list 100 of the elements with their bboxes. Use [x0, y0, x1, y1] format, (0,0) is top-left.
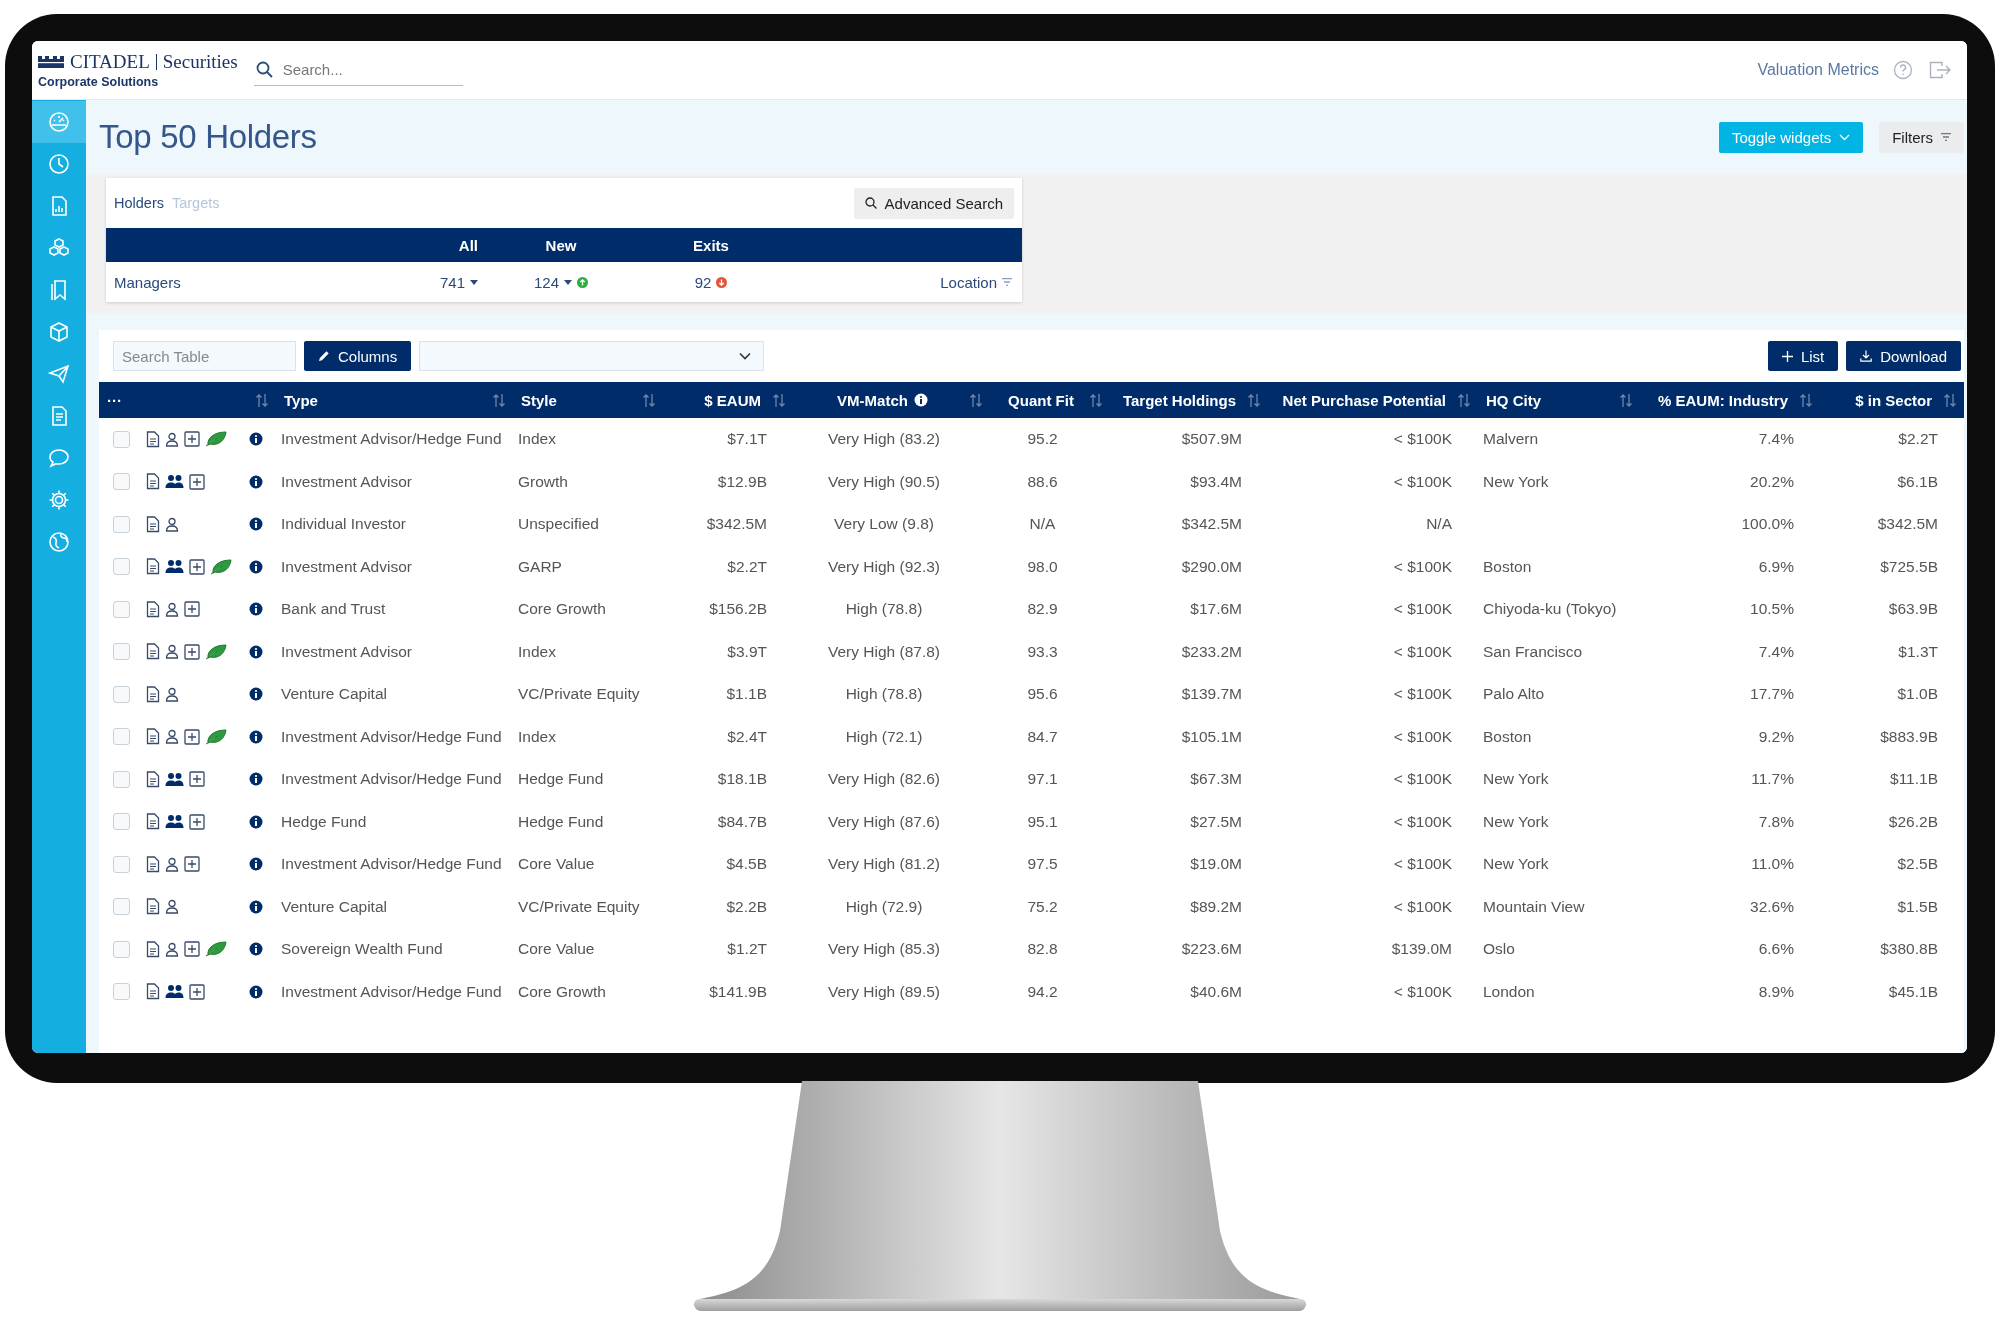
document-icon[interactable] — [146, 983, 160, 1001]
person-icon[interactable] — [165, 516, 179, 532]
sort-icon[interactable] — [1620, 392, 1632, 408]
person-icon[interactable] — [165, 729, 179, 745]
info-icon[interactable] — [249, 687, 263, 702]
plus-box-icon[interactable] — [184, 601, 200, 618]
sort-icon[interactable] — [1944, 392, 1956, 408]
row-checkbox[interactable] — [113, 515, 130, 533]
column-header[interactable]: Type — [284, 391, 318, 409]
document-icon[interactable] — [146, 430, 160, 448]
widget-tab[interactable]: Holders — [114, 195, 164, 211]
sort-icon[interactable] — [970, 392, 982, 408]
row-checkbox[interactable] — [113, 813, 130, 831]
document-icon[interactable] — [146, 600, 160, 618]
filter-icon[interactable] — [1941, 133, 1951, 141]
row-checkbox[interactable] — [113, 898, 130, 916]
row-checkbox[interactable] — [113, 983, 130, 1001]
caret-icon[interactable] — [564, 279, 572, 285]
person-icon[interactable] — [165, 601, 179, 617]
info-icon[interactable] — [913, 393, 928, 407]
advanced-search-button[interactable]: Advanced Search — [853, 187, 1014, 219]
person-icon[interactable] — [165, 686, 179, 702]
row-checkbox[interactable] — [113, 473, 130, 491]
plus-box-icon[interactable] — [189, 473, 205, 490]
info-icon[interactable] — [249, 644, 263, 659]
row-checkbox[interactable] — [113, 940, 130, 958]
sort-icon[interactable] — [1458, 392, 1470, 408]
column-header[interactable]: Net Purchase Potential — [1282, 391, 1446, 409]
sort-icon[interactable] — [1090, 392, 1102, 408]
cubes-icon[interactable] — [48, 237, 70, 259]
sort-icon[interactable] — [1800, 392, 1812, 408]
row-checkbox[interactable] — [113, 558, 130, 576]
document-icon[interactable] — [146, 728, 160, 746]
info-icon[interactable] — [249, 942, 263, 957]
columns-button[interactable]: Columns — [304, 341, 412, 371]
caret-icon[interactable] — [470, 279, 478, 285]
info-icon[interactable] — [249, 772, 263, 787]
column-header[interactable]: Target Holdings — [1122, 391, 1236, 409]
row-checkbox[interactable] — [113, 685, 130, 703]
document-icon[interactable] — [146, 940, 160, 958]
person-icon[interactable] — [165, 644, 179, 660]
column-header[interactable]: Quant Fit — [1008, 391, 1074, 409]
info-icon[interactable] — [249, 474, 263, 489]
globe-icon[interactable] — [48, 531, 70, 553]
valuation-metrics-link[interactable]: Valuation Metrics — [1757, 61, 1879, 79]
row-checkbox[interactable] — [113, 600, 130, 618]
info-icon[interactable] — [249, 857, 263, 872]
column-header[interactable]: $ in Sector — [1855, 391, 1932, 409]
column-header[interactable]: HQ City — [1486, 391, 1541, 409]
download-button[interactable]: Download — [1846, 341, 1961, 371]
person-icon[interactable] — [165, 899, 179, 915]
box-icon[interactable] — [48, 321, 70, 343]
sort-icon[interactable] — [643, 392, 655, 408]
sort-icon[interactable] — [773, 392, 785, 408]
column-header[interactable]: % EAUM: Industry — [1658, 391, 1788, 409]
settings-icon[interactable] — [48, 489, 70, 511]
filters-button[interactable]: Filters — [1879, 121, 1964, 153]
sort-icon[interactable] — [1248, 392, 1260, 408]
row-checkbox[interactable] — [113, 643, 130, 661]
info-icon[interactable] — [249, 729, 263, 744]
add-list-button[interactable]: List — [1767, 341, 1839, 371]
info-icon[interactable] — [249, 899, 263, 914]
document-icon[interactable] — [146, 558, 160, 576]
plus-box-icon[interactable] — [184, 856, 200, 873]
sort-icon[interactable] — [493, 392, 505, 408]
document-icon[interactable] — [146, 813, 160, 831]
column-header[interactable]: ··· — [107, 391, 122, 409]
people-icon[interactable] — [165, 771, 184, 787]
document-icon[interactable] — [146, 855, 160, 873]
people-icon[interactable] — [165, 984, 184, 1000]
document-icon[interactable] — [146, 898, 160, 916]
people-icon[interactable] — [165, 814, 184, 830]
document-icon[interactable] — [146, 685, 160, 703]
column-header[interactable]: $ EAUM — [704, 391, 761, 409]
info-icon[interactable] — [249, 432, 263, 447]
document-icon[interactable] — [146, 473, 160, 491]
person-icon[interactable] — [165, 431, 179, 447]
people-icon[interactable] — [165, 474, 184, 490]
clock-icon[interactable] — [48, 153, 70, 175]
info-icon[interactable] — [249, 517, 263, 532]
person-icon[interactable] — [165, 856, 179, 872]
sort-icon[interactable] — [256, 392, 268, 408]
plus-box-icon[interactable] — [189, 771, 205, 788]
row-checkbox[interactable] — [113, 770, 130, 788]
count-link[interactable]: 92 — [694, 273, 712, 291]
column-header[interactable]: Style — [521, 391, 557, 409]
row-checkbox[interactable] — [113, 430, 130, 448]
search-field[interactable]: Search... — [280, 60, 455, 79]
plus-box-icon[interactable] — [184, 643, 200, 660]
document-icon[interactable] — [146, 515, 160, 533]
location-filter[interactable]: Location — [940, 273, 997, 291]
info-icon[interactable] — [249, 984, 263, 999]
paper-plane-icon[interactable] — [48, 363, 70, 385]
count-link[interactable]: 741 — [439, 273, 465, 291]
document-icon[interactable] — [146, 770, 160, 788]
count-link[interactable]: 124 — [534, 273, 559, 291]
filter-icon[interactable] — [1002, 278, 1012, 286]
plus-box-icon[interactable] — [189, 558, 205, 575]
people-icon[interactable] — [165, 559, 184, 575]
info-icon[interactable] — [249, 602, 263, 617]
